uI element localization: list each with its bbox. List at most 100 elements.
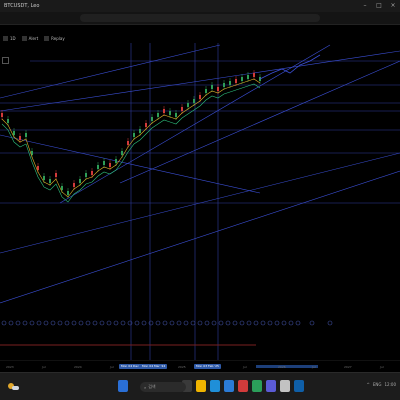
candle-body <box>253 73 255 77</box>
event-icon <box>176 320 182 326</box>
alert-button[interactable]: Alert <box>21 36 39 41</box>
alert-label: Alert <box>28 36 39 41</box>
candle-body <box>181 107 183 111</box>
browser-tab[interactable]: BTCUSDT, Leo <box>0 0 43 12</box>
event-icon <box>169 320 175 326</box>
event-icon <box>246 320 252 326</box>
event-icon <box>197 320 203 326</box>
candle-body <box>187 103 189 107</box>
close-button[interactable]: × <box>386 0 400 12</box>
start-icon[interactable] <box>118 380 128 392</box>
minimize-button[interactable]: – <box>358 0 372 12</box>
candle-body <box>127 141 129 145</box>
chart-canvas <box>0 43 400 360</box>
app-icon[interactable] <box>266 380 276 392</box>
candle-body <box>241 77 243 81</box>
address-bar <box>0 12 400 25</box>
time-tick: 2026 <box>278 365 286 369</box>
event-icon <box>50 320 56 326</box>
event-icon <box>148 320 154 326</box>
event-icon <box>22 320 28 326</box>
language-indicator[interactable]: ENG <box>373 382 382 387</box>
windows-taskbar: ⌕ 검색 ^ ENG 12:00 <box>0 372 400 400</box>
event-icon <box>253 320 259 326</box>
candle-body <box>1 113 3 117</box>
candle-body <box>61 186 63 190</box>
maximize-button[interactable]: □ <box>372 0 386 12</box>
candle-body <box>223 83 225 87</box>
event-icon <box>113 320 119 326</box>
event-icon <box>260 320 266 326</box>
event-icon <box>78 320 84 326</box>
candle-body <box>73 183 75 187</box>
event-icon <box>274 320 280 326</box>
event-icon <box>120 320 126 326</box>
search-icon: ⌕ <box>144 384 147 390</box>
event-icon <box>36 320 42 326</box>
window-controls: – □ × <box>358 0 400 12</box>
candle-body <box>121 151 123 155</box>
event-icon <box>288 320 294 326</box>
candle-body <box>235 79 237 83</box>
candle-body <box>211 85 213 89</box>
candle-body <box>199 95 201 99</box>
event-icon <box>295 320 301 326</box>
tab-label: BTCUSDT, Leo <box>4 3 40 9</box>
candle-body <box>55 173 57 177</box>
trading-app-window: BTCUSDT, Leo – □ × 1D Alert Replay 2023 <box>0 0 400 400</box>
event-icon <box>155 320 161 326</box>
event-icon <box>204 320 210 326</box>
interval-button[interactable]: 1D <box>3 36 16 41</box>
candle-body <box>97 165 99 169</box>
event-icon <box>134 320 140 326</box>
alert-icon <box>21 36 27 41</box>
store-icon[interactable] <box>224 380 234 392</box>
replay-icon <box>44 36 50 41</box>
visible-range-bar[interactable] <box>256 365 318 368</box>
event-icon <box>127 320 133 326</box>
search-label: 검색 <box>148 384 156 389</box>
event-icon <box>1 320 7 326</box>
candle-body <box>133 133 135 137</box>
edge-icon[interactable] <box>210 380 220 392</box>
replay-button[interactable]: Replay <box>44 36 65 41</box>
event-icon <box>232 320 238 326</box>
weather-icon[interactable] <box>6 381 20 391</box>
event-icon <box>64 320 70 326</box>
event-icon <box>43 320 49 326</box>
candle-body <box>25 133 27 137</box>
candle-body <box>247 75 249 79</box>
event-icon <box>211 320 217 326</box>
candle-body <box>103 161 105 165</box>
candle-body <box>37 166 39 170</box>
price-chart[interactable] <box>0 43 400 360</box>
time-tick: Jul <box>42 365 46 369</box>
chrome-icon[interactable] <box>238 380 248 392</box>
event-icon <box>57 320 63 326</box>
event-icon <box>85 320 91 326</box>
app-icon[interactable] <box>280 380 290 392</box>
app-icon[interactable] <box>294 380 304 392</box>
candle-body <box>91 171 93 175</box>
clock-time[interactable]: 12:00 <box>384 382 396 387</box>
candle-body <box>115 159 117 163</box>
event-icon <box>71 320 77 326</box>
event-icon <box>183 320 189 326</box>
address-field[interactable] <box>80 14 320 22</box>
trend-line <box>0 134 261 194</box>
app-icon[interactable] <box>252 380 262 392</box>
event-icon <box>267 320 273 326</box>
taskbar-search[interactable]: ⌕ 검색 <box>140 382 186 392</box>
system-tray: ^ ENG 12:00 <box>366 382 396 387</box>
time-marker[interactable]: Mon 04 Mar '24 <box>140 364 168 369</box>
file-explorer-icon[interactable] <box>196 380 206 392</box>
time-marker[interactable]: Mon 03 Feb '25 <box>194 364 221 369</box>
event-icon <box>106 320 112 326</box>
tray-overflow-icon[interactable]: ^ <box>366 382 369 387</box>
interval-icon <box>3 36 8 41</box>
candle-body <box>193 99 195 103</box>
event-icon <box>218 320 224 326</box>
interval-label: 1D <box>10 36 16 41</box>
event-icon <box>162 320 168 326</box>
candle-body <box>217 87 219 91</box>
